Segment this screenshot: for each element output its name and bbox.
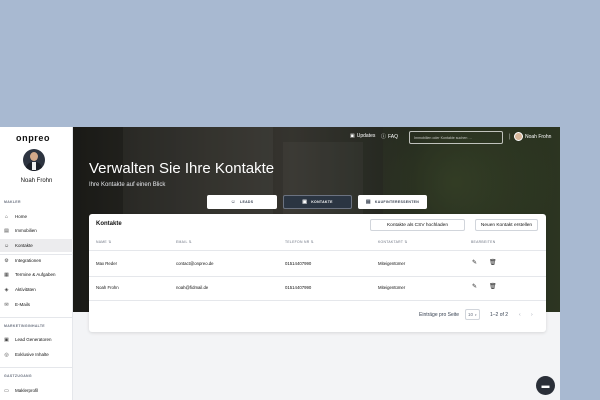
sidebar: onpreo Noah Frohn MAKLER ⌂ Home ▤ Immobili… xyxy=(0,127,73,400)
sidebar-item-label: Maklerprofil xyxy=(15,388,39,393)
upload-csv-button[interactable]: Kontakte als CSV hochladen xyxy=(370,219,465,231)
cell-type: Miteigentümer xyxy=(378,285,406,290)
updates-label: Updates xyxy=(356,133,376,139)
tab-leads[interactable]: ☺ LEADS xyxy=(207,195,277,209)
exclusive-icon: ◎ xyxy=(4,351,9,358)
top-bar: ▣ Updates ⓘ FAQ | Noah Frohn xyxy=(73,130,560,144)
tab-kaufinteressenten[interactable]: ▤ KAUFINTERESSENTEN xyxy=(358,195,427,209)
section-label-marketinginhalte: MARKETINGINHALTE xyxy=(4,324,45,328)
sidebar-item-label: Aktivitäten xyxy=(15,287,36,292)
cell-email: contact@onpreo.de xyxy=(176,261,214,266)
rows-per-page-select[interactable]: 10 ▾ xyxy=(465,309,480,320)
row-divider xyxy=(89,300,546,301)
section-label-makler: MAKLER xyxy=(4,200,21,204)
sidebar-item-label: Kontakte xyxy=(15,243,33,248)
sidebar-item-exklusive-inhalte[interactable]: ◎ Exklusive Inhalte xyxy=(0,348,73,361)
cell-type: Miteigentümer xyxy=(378,261,406,266)
avatar[interactable] xyxy=(23,149,45,171)
sidebar-item-label: Exklusive Inhalte xyxy=(15,352,49,357)
sidebar-item-emails[interactable]: ✉ E-Mails xyxy=(0,298,73,311)
lead-generator-icon: ▣ xyxy=(4,336,9,343)
column-header-type[interactable]: KONTAKTART ⇅ xyxy=(378,240,408,244)
column-header-name[interactable]: NAME ⇅ xyxy=(96,240,111,244)
sidebar-item-kontakte[interactable]: ☺ Kontakte xyxy=(0,239,73,252)
buyer-icon: ▤ xyxy=(365,199,371,205)
help-icon: ⓘ xyxy=(381,134,387,140)
column-header-phone[interactable]: TELEFON NR ⇅ xyxy=(285,240,314,244)
pagination-range: 1–2 of 2 xyxy=(490,312,509,318)
pencil-icon[interactable]: ✎ xyxy=(472,259,477,266)
separator: | xyxy=(509,134,511,140)
divider xyxy=(0,317,73,318)
chat-icon[interactable]: ▬ xyxy=(536,376,555,395)
page-title: Verwalten Sie Ihre Kontakte xyxy=(89,160,275,177)
topbar-user-name[interactable]: Noah Frohn xyxy=(525,134,551,140)
building-icon: ▤ xyxy=(4,227,9,234)
prev-page-button[interactable]: ‹ xyxy=(519,312,521,318)
row-divider xyxy=(89,276,546,277)
home-icon: ⌂ xyxy=(4,213,9,220)
sidebar-item-label: Integrationen xyxy=(15,258,42,263)
row-divider xyxy=(89,250,546,251)
sidebar-item-label: E-Mails xyxy=(15,302,31,307)
sidebar-item-termine[interactable]: ▦ Termine & Aufgaben xyxy=(0,268,73,281)
cell-name: Max Reder xyxy=(96,261,118,266)
chevron-down-icon: ▾ xyxy=(475,312,477,317)
user-avatar[interactable] xyxy=(514,132,523,141)
sidebar-item-aktivitaeten[interactable]: ◈ Aktivitäten xyxy=(0,283,73,296)
cell-phone: 01514407990 xyxy=(285,261,312,266)
pencil-icon[interactable]: ✎ xyxy=(472,283,477,290)
rows-per-page-label: Einträge pro Seite xyxy=(419,312,460,318)
cell-name: Noah Frohn xyxy=(96,285,119,290)
sidebar-item-integrationen[interactable]: ⚙ Integrationen xyxy=(0,254,73,267)
sidebar-item-maklerprofil[interactable]: ▭ Maklerprofil xyxy=(0,384,73,397)
section-label-gastzugang: GASTZUGANG xyxy=(4,374,32,378)
sidebar-item-label: Termine & Aufgaben xyxy=(15,272,56,277)
updates-icon: ▣ xyxy=(350,133,355,139)
tab-kontakte[interactable]: ▣ KONTAKTE xyxy=(283,195,352,209)
contact-card-icon: ▣ xyxy=(302,199,308,205)
cell-email: noah@fidmail.de xyxy=(176,285,209,290)
column-header-email[interactable]: EMAIL ⇅ xyxy=(176,240,192,244)
rows-per-page-value: 10 xyxy=(468,312,474,317)
sidebar-item-lead-generatoren[interactable]: ▣ Lead Generatoren xyxy=(0,333,73,346)
sidebar-user-name: Noah Frohn xyxy=(20,178,53,184)
calendar-icon: ▦ xyxy=(4,271,9,278)
contacts-icon: ☺ xyxy=(3,242,10,249)
page-subtitle: Ihre Kontakte auf einen Blick xyxy=(89,182,166,188)
updates-link[interactable]: ▣ Updates xyxy=(350,133,375,139)
trash-icon[interactable]: 🗑 xyxy=(489,259,497,266)
column-header-edit: BEARBEITEN xyxy=(471,240,496,244)
integrations-icon: ⚙ xyxy=(4,257,9,264)
cell-phone: 01514407990 xyxy=(285,285,312,290)
next-page-button[interactable]: › xyxy=(531,312,533,318)
divider xyxy=(0,367,73,368)
tab-label: KONTAKTE xyxy=(311,200,333,204)
card-title: Kontakte xyxy=(96,221,122,227)
faq-label: FAQ xyxy=(388,133,399,140)
tab-label: KAUFINTERESSENTEN xyxy=(374,200,420,204)
search-input[interactable] xyxy=(409,131,503,144)
tab-label: LEADS xyxy=(240,200,254,204)
sidebar-item-label: Immobilien xyxy=(15,228,37,233)
contacts-card: Kontakte Kontakte als CSV hochladen Neue… xyxy=(89,214,546,332)
logo: onpreo xyxy=(16,133,51,143)
user-icon: ☺ xyxy=(230,199,237,205)
new-contact-button[interactable]: Neuen Kontakt erstellen xyxy=(475,219,538,231)
sidebar-item-home[interactable]: ⌂ Home xyxy=(0,210,73,223)
mail-icon: ✉ xyxy=(4,301,9,308)
sidebar-item-label: Lead Generatoren xyxy=(15,337,52,342)
sidebar-item-immobilien[interactable]: ▤ Immobilien xyxy=(0,224,73,237)
profile-icon: ▭ xyxy=(4,387,9,394)
sidebar-item-label: Home xyxy=(15,214,28,219)
activity-icon: ◈ xyxy=(4,286,9,293)
trash-icon[interactable]: 🗑 xyxy=(489,283,497,290)
faq-link[interactable]: ⓘ FAQ xyxy=(381,133,399,141)
